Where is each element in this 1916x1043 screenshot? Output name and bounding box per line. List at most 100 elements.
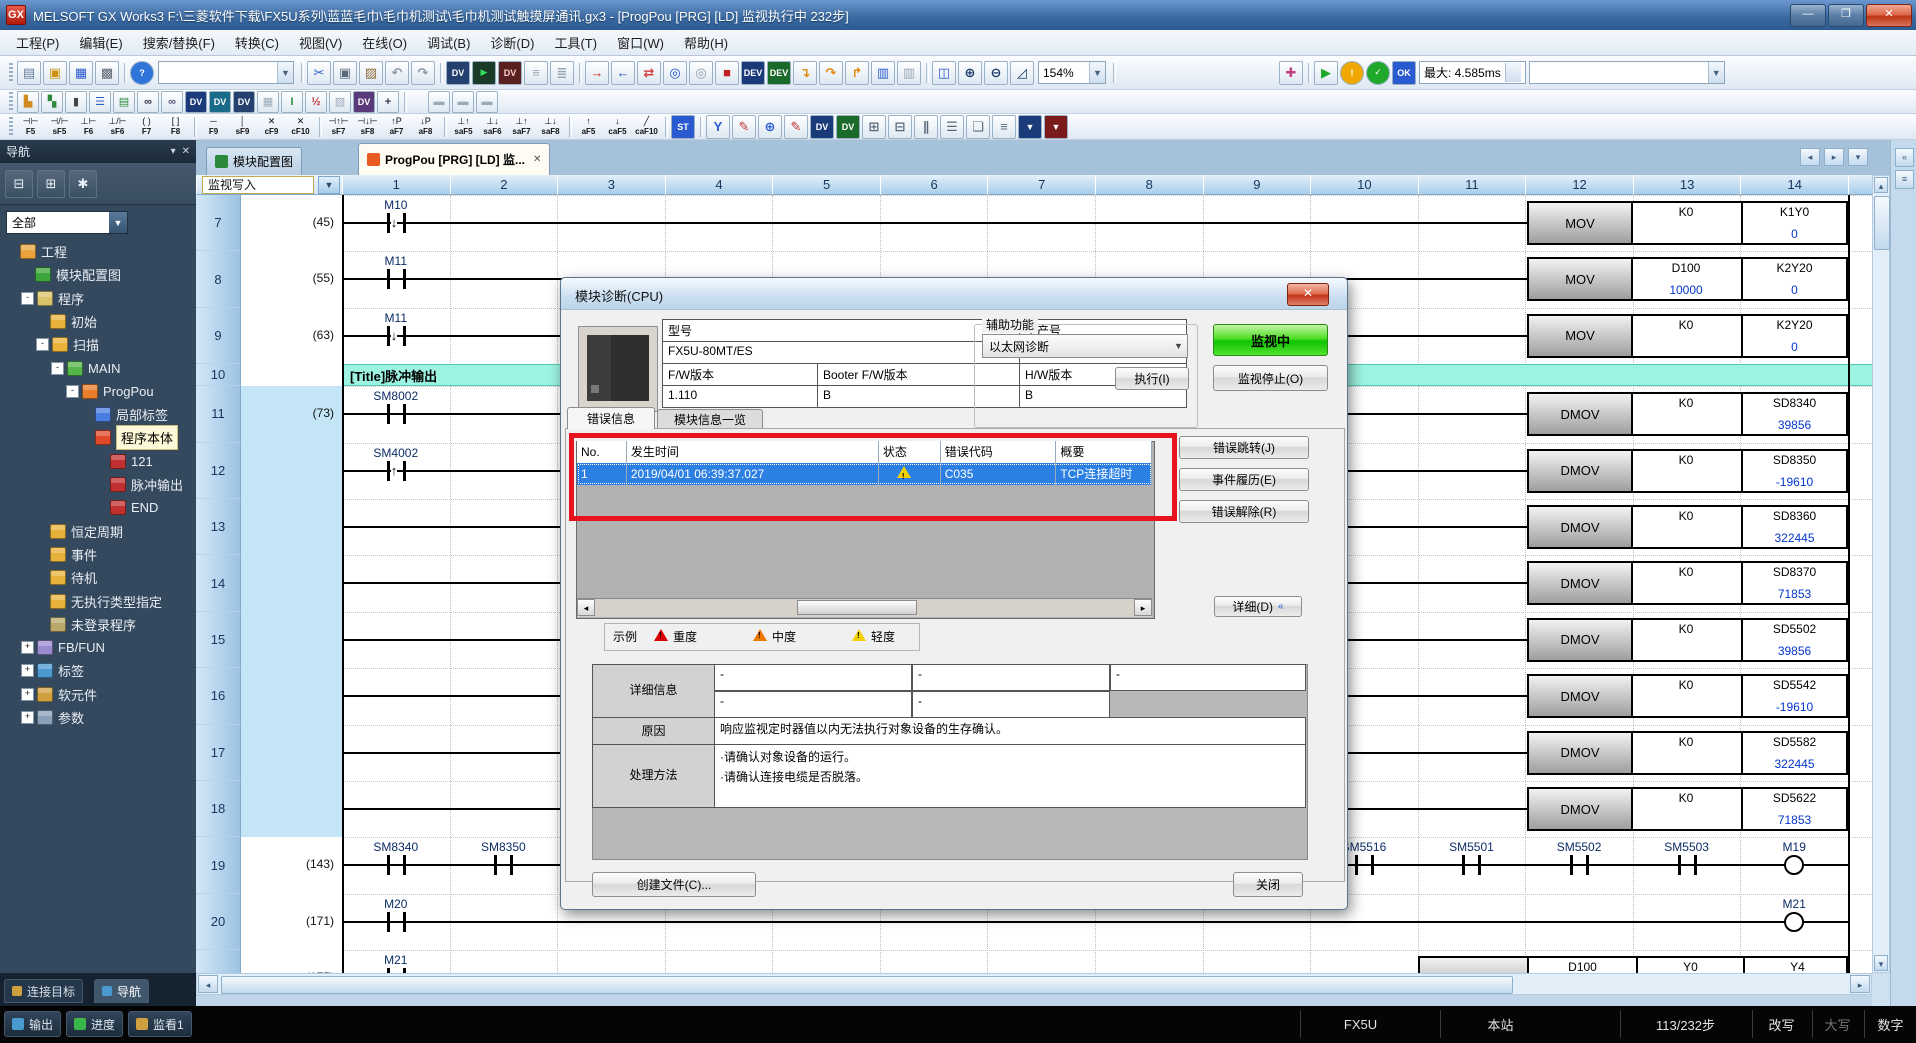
window-selector[interactable]: ▼: [1529, 61, 1725, 84]
ok-indicator-icon[interactable]: ✓: [1366, 61, 1390, 85]
tree-item-node[interactable]: 待机: [0, 566, 196, 589]
rising-branch2-key[interactable]: ⊥↑saF7: [507, 114, 536, 140]
execute-button[interactable]: 执行(I): [1115, 367, 1189, 390]
close-button[interactable]: ✕: [1866, 4, 1912, 27]
contact-bar[interactable]: [387, 213, 390, 233]
step-over-icon[interactable]: ↷: [819, 61, 843, 85]
transfer-setup-icon[interactable]: OK: [1392, 61, 1416, 85]
device-grid-icon[interactable]: DV: [209, 91, 231, 113]
pen-find-icon[interactable]: ✎: [784, 115, 808, 139]
project-selector[interactable]: ▼: [158, 61, 294, 84]
menu-item-c[interactable]: 转换(C): [225, 30, 289, 55]
menu-item-p[interactable]: 工程(P): [6, 30, 69, 55]
hscroll-thumb[interactable]: [221, 976, 1513, 994]
simulation-start-icon[interactable]: ▶: [1314, 61, 1338, 85]
device-batch-monitor-icon[interactable]: ◎: [663, 61, 687, 85]
invert-result-key[interactable]: ↑aF5: [574, 114, 603, 140]
collapse-icon[interactable]: -: [51, 362, 64, 375]
device-eye-icon[interactable]: DV: [353, 91, 375, 113]
row-number-8[interactable]: 8: [196, 251, 241, 307]
monitoring-status-button[interactable]: 监视中: [1213, 324, 1328, 356]
dialog-close-footer-button[interactable]: 关闭: [1233, 872, 1303, 897]
application-instruction-key[interactable]: [ ]F8: [161, 114, 190, 140]
dock-tab-navigation[interactable]: 导航: [94, 979, 149, 1003]
expand-icon[interactable]: +: [21, 641, 34, 654]
statement-list-icon[interactable]: ≡: [992, 115, 1016, 139]
rising-pulse-key[interactable]: ⊣↑⊢sF7: [324, 114, 353, 140]
scroll-left-icon[interactable]: ◂: [577, 599, 595, 616]
module-tools-icon[interactable]: ✚: [1279, 61, 1303, 85]
tree-item-node[interactable]: +标签: [0, 659, 196, 682]
contact-bar[interactable]: [403, 404, 406, 424]
scroll-right-icon[interactable]: ▸: [1850, 975, 1870, 993]
coil-key[interactable]: ( )F7: [132, 114, 161, 140]
dock-tab-connection[interactable]: 连接目标: [4, 979, 83, 1003]
tab-module-info-list[interactable]: 模块信息一览: [657, 409, 763, 429]
help-icon[interactable]: ?: [130, 61, 154, 85]
editor-tab-module-config[interactable]: 模块配置图: [206, 147, 302, 175]
tree-item-ProgPou[interactable]: -ProgPou: [0, 380, 196, 403]
panel-tab-progress[interactable]: 进度: [66, 1011, 123, 1037]
tab-scroll-right-icon[interactable]: ▸: [1824, 148, 1844, 166]
menu-item-b[interactable]: 调试(B): [417, 30, 480, 55]
pulse-result-key[interactable]: ↓caF5: [603, 114, 632, 140]
module-configuration-icon[interactable]: ▚: [41, 91, 63, 113]
contact-bar[interactable]: [403, 326, 406, 346]
instruction-box[interactable]: MOVD10010000K2Y200: [1527, 257, 1848, 301]
panel-tab-output[interactable]: 输出: [4, 1011, 61, 1037]
chevron-down-icon[interactable]: ▼: [1708, 62, 1724, 83]
instruction-box[interactable]: DMOVK0SD837071853: [1527, 561, 1848, 605]
cut-icon[interactable]: ✂: [307, 61, 331, 85]
vertical-line-key[interactable]: │sF9: [228, 114, 257, 140]
tab-scroll-left-icon[interactable]: ◂: [1800, 148, 1820, 166]
scroll-down-icon[interactable]: ▾: [1874, 955, 1888, 971]
contact-bar[interactable]: [494, 855, 497, 875]
copy-icon[interactable]: ▣: [333, 61, 357, 85]
minimize-button[interactable]: —: [1790, 4, 1826, 27]
close-contact-key[interactable]: ⊣/⊢sF5: [45, 114, 74, 140]
nav-filter-combo[interactable]: 全部 ▼: [6, 211, 128, 234]
falling-branch-key[interactable]: ⊥↓saF6: [478, 114, 507, 140]
tree-item-node[interactable]: -程序: [0, 287, 196, 310]
zoom-fit-icon[interactable]: ◿: [1010, 61, 1034, 85]
instruction-box[interactable]: DMOVK0SD834039856: [1527, 392, 1848, 436]
tab-error-info[interactable]: 错误信息: [567, 407, 655, 429]
menu-item-f[interactable]: 搜索/替换(F): [133, 30, 225, 55]
tree-item-node[interactable]: 事件: [0, 543, 196, 566]
contact-bar[interactable]: [403, 912, 406, 932]
collapse-icon[interactable]: -: [66, 385, 79, 398]
scroll-right-icon[interactable]: ▸: [1134, 599, 1152, 616]
contact-bar[interactable]: [403, 213, 406, 233]
buffer-memory-monitor-icon[interactable]: ◎: [689, 61, 713, 85]
monitor-stop-button[interactable]: 监视停止(O): [1213, 365, 1328, 391]
find-binocular-icon[interactable]: ∞: [137, 91, 159, 113]
nav-window-icon[interactable]: ▙: [17, 91, 39, 113]
delete-hline-key[interactable]: ✕cF9: [257, 114, 286, 140]
open-branch-key[interactable]: ⊥⊢F6: [74, 114, 103, 140]
output-coil[interactable]: [1784, 912, 1804, 932]
error-clear-button[interactable]: 错误解除(R): [1179, 500, 1309, 523]
tree-item-node[interactable]: 无执行类型指定: [0, 590, 196, 613]
output-coil[interactable]: [1784, 855, 1804, 875]
vscroll-thumb[interactable]: [1874, 196, 1890, 250]
instruction-box-plsv[interactable]: PLSVD100Y0Y4: [1418, 956, 1848, 973]
chevron-down-icon[interactable]: ▼: [277, 62, 293, 83]
contact-bar[interactable]: [387, 404, 390, 424]
pin-icon[interactable]: ▾: [171, 146, 176, 157]
tree-expand-icon[interactable]: ⊞: [37, 170, 65, 198]
tree-item-node[interactable]: 程序本体: [0, 426, 196, 449]
panel-tab-watch1[interactable]: 监看1: [128, 1011, 192, 1037]
tree-item-node[interactable]: 未登录程序: [0, 613, 196, 636]
statement-icon[interactable]: ≡: [524, 61, 548, 85]
tree-item-node[interactable]: +参数: [0, 706, 196, 729]
redo-icon[interactable]: ↷: [411, 61, 435, 85]
note-icon[interactable]: ≣: [550, 61, 574, 85]
tree-item-node[interactable]: +软元件: [0, 683, 196, 706]
device-display-2-icon[interactable]: DEV: [767, 61, 791, 85]
row-number-20[interactable]: 20: [196, 894, 241, 950]
dock-output-icon[interactable]: ▬: [428, 91, 450, 113]
instruction-box[interactable]: DMOVK0SD562271853: [1527, 787, 1848, 831]
menu-item-w[interactable]: 窗口(W): [607, 30, 674, 55]
error-table-hscrollbar[interactable]: ◂ ▸: [577, 598, 1152, 617]
dialog-close-button[interactable]: ✕: [1287, 283, 1329, 306]
